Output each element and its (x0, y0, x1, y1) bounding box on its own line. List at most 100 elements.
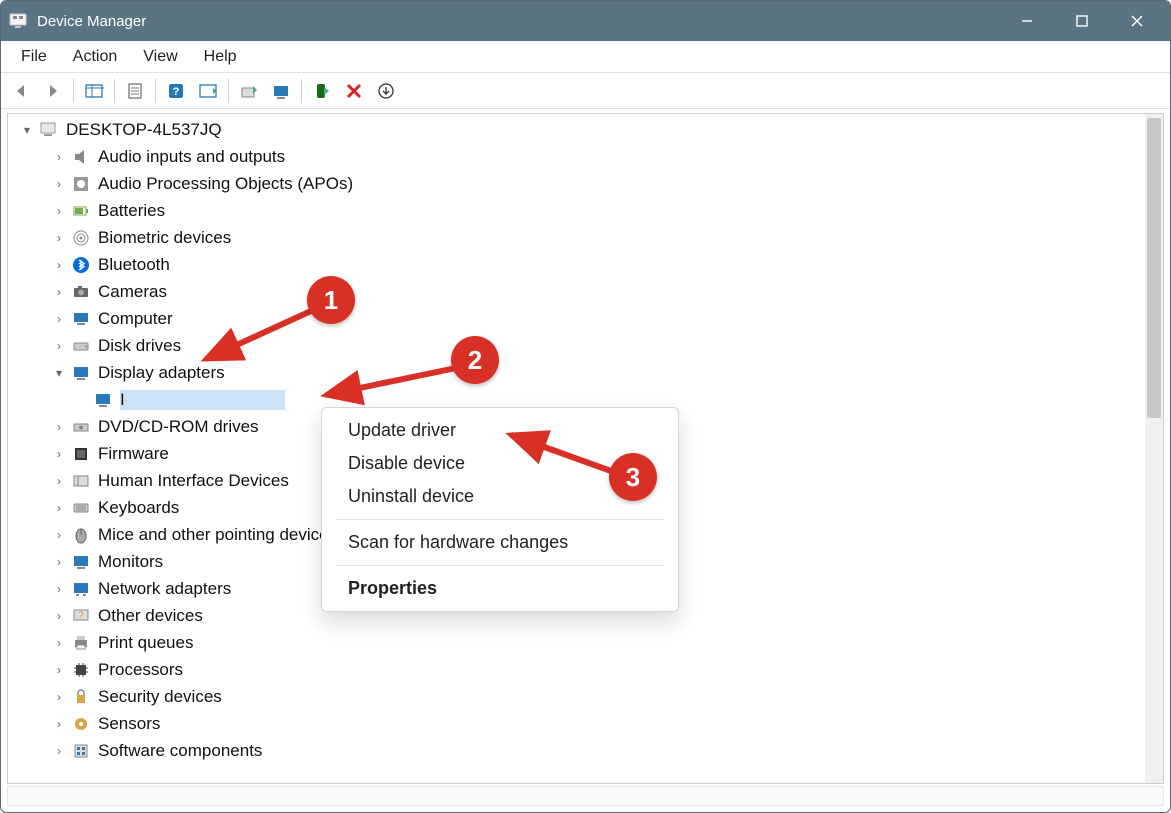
tree-category-label: Software components (98, 741, 262, 761)
collapse-arrow-icon[interactable]: ▾ (50, 366, 68, 380)
expand-arrow-icon[interactable]: › (50, 609, 68, 623)
tree-category-label: Print queues (98, 633, 193, 653)
tree-category-label: Other devices (98, 606, 203, 626)
menu-file[interactable]: File (9, 44, 59, 70)
tree-category[interactable]: › Biometric devices (14, 224, 1143, 251)
scrollbar-thumb[interactable] (1147, 118, 1161, 418)
expand-arrow-icon[interactable]: › (50, 258, 68, 272)
svg-text:?: ? (173, 86, 180, 98)
tree-category[interactable]: › Disk drives (14, 332, 1143, 359)
tree-category[interactable]: › Audio inputs and outputs (14, 143, 1143, 170)
context-menu-scan-hardware[interactable]: Scan for hardware changes (322, 526, 678, 559)
tree-root[interactable]: ▾ DESKTOP-4L537JQ (14, 116, 1143, 143)
expand-arrow-icon[interactable]: › (50, 177, 68, 191)
hid-icon (70, 470, 92, 492)
expand-arrow-icon[interactable]: › (50, 420, 68, 434)
tree-category[interactable]: › Security devices (14, 683, 1143, 710)
expand-arrow-icon[interactable]: › (50, 690, 68, 704)
display-adapter-icon (70, 362, 92, 384)
camera-icon (70, 281, 92, 303)
tree-category-label: DVD/CD-ROM drives (98, 417, 259, 437)
tree-category-label: Biometric devices (98, 228, 231, 248)
expand-arrow-icon[interactable]: › (50, 744, 68, 758)
context-menu-separator (336, 519, 664, 520)
down-arrow-button[interactable] (372, 77, 400, 105)
tree-category-label: Disk drives (98, 336, 181, 356)
tree-category[interactable]: › Batteries (14, 197, 1143, 224)
expand-arrow-icon[interactable]: › (50, 231, 68, 245)
show-hide-tree-button[interactable] (80, 77, 108, 105)
disable-device-button[interactable] (340, 77, 368, 105)
expand-arrow-icon[interactable]: › (50, 474, 68, 488)
titlebar: Device Manager (1, 1, 1170, 41)
vertical-scrollbar[interactable] (1145, 114, 1163, 783)
expand-arrow-icon[interactable]: › (50, 501, 68, 515)
uninstall-device-button[interactable] (267, 77, 295, 105)
disk-icon (70, 335, 92, 357)
audio-apo-icon (70, 173, 92, 195)
expand-arrow-icon[interactable]: › (50, 447, 68, 461)
expand-arrow-icon[interactable]: › (50, 312, 68, 326)
tree-category-display-adapters[interactable]: ▾ Display adapters (14, 359, 1143, 386)
expand-arrow-icon[interactable]: › (50, 285, 68, 299)
enable-device-button[interactable] (308, 77, 336, 105)
properties-button[interactable] (121, 77, 149, 105)
tree-category[interactable]: › Audio Processing Objects (APOs) (14, 170, 1143, 197)
tree-device-label: I (120, 390, 285, 410)
expand-arrow-icon[interactable]: ▾ (18, 123, 36, 137)
expand-arrow-icon[interactable]: › (50, 582, 68, 596)
display-adapter-device-icon (92, 389, 114, 411)
menu-help[interactable]: Help (192, 44, 249, 70)
tree-category[interactable]: › Software components (14, 737, 1143, 764)
tree-category-label: Cameras (98, 282, 167, 302)
monitor-icon (70, 551, 92, 573)
tree-category-label: Audio Processing Objects (APOs) (98, 174, 353, 194)
software-component-icon (70, 740, 92, 762)
tree-category-label: Mice and other pointing devices (98, 525, 337, 545)
expand-arrow-icon[interactable]: › (50, 555, 68, 569)
minimize-button[interactable] (999, 1, 1054, 41)
expand-arrow-icon[interactable]: › (50, 663, 68, 677)
tree-category[interactable]: › Computer (14, 305, 1143, 332)
tree-category-label: Sensors (98, 714, 160, 734)
expand-arrow-icon[interactable]: › (50, 339, 68, 353)
help-button[interactable]: ? (162, 77, 190, 105)
maximize-button[interactable] (1054, 1, 1109, 41)
scan-hardware-button[interactable] (194, 77, 222, 105)
menu-action[interactable]: Action (61, 44, 129, 70)
expand-arrow-icon[interactable]: › (50, 204, 68, 218)
menu-view[interactable]: View (131, 44, 189, 70)
expand-arrow-icon[interactable]: › (50, 150, 68, 164)
tree-category-label: Audio inputs and outputs (98, 147, 285, 167)
tree-category[interactable]: › Cameras (14, 278, 1143, 305)
tree-category-label: Monitors (98, 552, 163, 572)
tree-category-label: Processors (98, 660, 183, 680)
tree-category-label: Keyboards (98, 498, 179, 518)
window-controls (999, 1, 1164, 41)
tree-category-label: Computer (98, 309, 173, 329)
menubar: File Action View Help (1, 41, 1170, 73)
annotation-marker-1: 1 (307, 276, 355, 324)
svg-text:?: ? (78, 610, 83, 620)
back-button[interactable] (7, 77, 35, 105)
context-menu-separator (336, 565, 664, 566)
fingerprint-icon (70, 227, 92, 249)
toolbar-separator (114, 79, 115, 103)
forward-button[interactable] (39, 77, 67, 105)
battery-icon (70, 200, 92, 222)
expand-arrow-icon[interactable]: › (50, 717, 68, 731)
mouse-icon (70, 524, 92, 546)
tree-category[interactable]: › Print queues (14, 629, 1143, 656)
bluetooth-icon (70, 254, 92, 276)
expand-arrow-icon[interactable]: › (50, 528, 68, 542)
context-menu-properties[interactable]: Properties (322, 572, 678, 605)
toolbar-separator (155, 79, 156, 103)
update-driver-button[interactable] (235, 77, 263, 105)
tree-category[interactable]: › Sensors (14, 710, 1143, 737)
annotation-arrow-1 (191, 301, 326, 371)
expand-arrow-icon[interactable]: › (50, 636, 68, 650)
tree-category[interactable]: › Processors (14, 656, 1143, 683)
tree-category[interactable]: › Bluetooth (14, 251, 1143, 278)
annotation-marker-label: 3 (626, 462, 640, 493)
close-button[interactable] (1109, 1, 1164, 41)
